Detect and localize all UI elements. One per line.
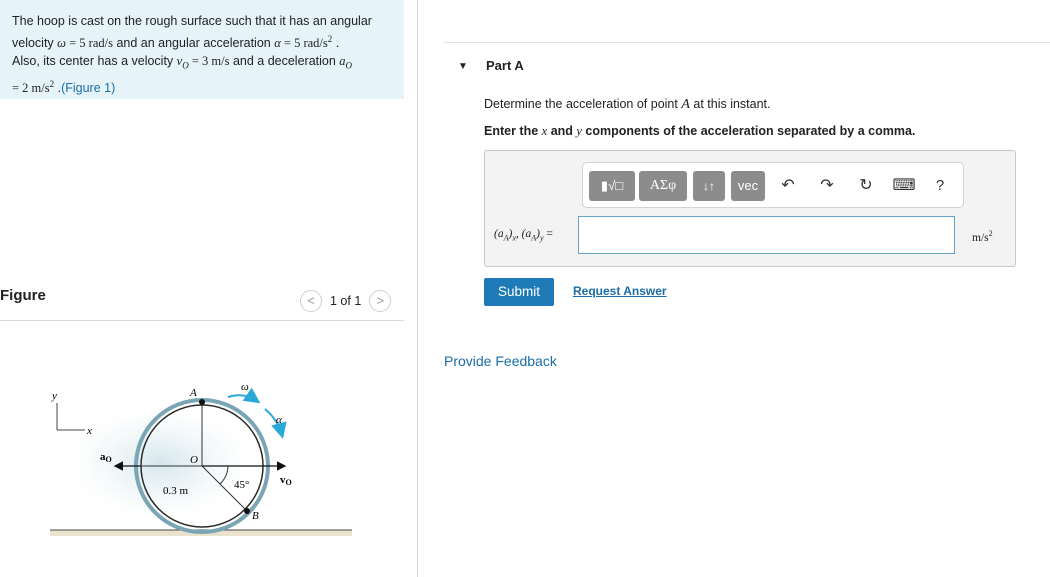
answer-input[interactable] xyxy=(578,216,955,254)
alpha-value: = 5 rad/s xyxy=(280,36,328,51)
text: Determine the acceleration of point xyxy=(484,97,682,111)
point-A xyxy=(199,399,205,405)
label-vo: vO xyxy=(280,474,292,487)
undo-icon[interactable]: ↶ xyxy=(776,175,800,197)
motion-halo xyxy=(70,408,250,518)
help-icon[interactable]: ? xyxy=(928,175,952,197)
prev-figure-button[interactable]: < xyxy=(300,290,322,312)
label-angle: 45° xyxy=(234,479,249,491)
figure-pager: < 1 of 1 > xyxy=(300,290,392,312)
text: . xyxy=(332,36,340,51)
left-panel: The hoop is cast on the rough surface su… xyxy=(0,0,418,577)
omega-value: = 5 rad/s xyxy=(65,36,113,51)
math-toolbar: ▮√□ ΑΣφ ↓↑ vec ↶ ↷ ↻ ⌨ ? xyxy=(582,162,964,208)
next-figure-button[interactable]: > xyxy=(369,290,392,312)
y-axis-label: y xyxy=(51,390,57,402)
problem-line-4: = 2 m/s2 .(Figure 1) xyxy=(12,75,392,97)
collapse-caret-icon[interactable]: ▼ xyxy=(458,61,468,72)
keyboard-icon[interactable]: ⌨ xyxy=(892,175,916,197)
problem-line-2: velocity ω = 5 rad/s and an angular acce… xyxy=(12,30,392,52)
text: m/s xyxy=(972,231,989,244)
part-a-title[interactable]: Part A xyxy=(486,58,524,73)
text: , (a xyxy=(515,228,532,240)
submit-button[interactable]: Submit xyxy=(484,278,554,306)
text: = xyxy=(543,228,553,240)
point-B xyxy=(244,508,250,514)
unit-label: m/s2 xyxy=(972,229,993,244)
request-answer-link[interactable]: Request Answer xyxy=(573,284,667,298)
vector-button[interactable]: vec xyxy=(731,171,765,201)
problem-line-3: Also, its center has a velocity vO = 3 m… xyxy=(12,52,392,75)
ao-value: = 2 m/s xyxy=(12,80,50,95)
text: components of the acceleration separated… xyxy=(581,124,916,138)
arrows-button[interactable]: ↓↑ xyxy=(693,171,725,201)
greek-symbols-button[interactable]: ΑΣφ xyxy=(639,171,687,201)
figure-page-indicator: 1 of 1 xyxy=(330,294,362,308)
provide-feedback-link[interactable]: Provide Feedback xyxy=(444,353,557,369)
problem-line-1: The hoop is cast on the rough surface su… xyxy=(12,14,372,28)
reset-icon[interactable]: ↻ xyxy=(854,175,878,197)
text: and an angular acceleration xyxy=(112,36,275,51)
point-symbol: A xyxy=(681,97,690,112)
label-A: A xyxy=(189,387,197,399)
label-omega: ω xyxy=(241,381,249,393)
text: and a deceleration xyxy=(229,54,340,69)
label-alpha: α xyxy=(276,414,282,426)
hoop-figure: y x A O B 45° 0.3 m aO vO ω α xyxy=(50,381,352,536)
text: velocity xyxy=(12,36,58,51)
omega-arrow xyxy=(227,387,261,404)
redo-icon[interactable]: ↷ xyxy=(815,175,839,197)
omega-symbol: ω xyxy=(57,36,66,51)
text: at this instant. xyxy=(689,97,771,111)
problem-statement: The hoop is cast on the rough surface su… xyxy=(0,0,404,99)
answer-label: (aA)x, (aA)y = xyxy=(494,228,553,242)
label-radius: 0.3 m xyxy=(163,485,189,497)
divider xyxy=(0,320,404,321)
text: and xyxy=(547,124,577,138)
vo-value: = 3 m/s xyxy=(188,54,230,69)
question-text: Determine the acceleration of point A at… xyxy=(484,97,771,113)
figure-title: Figure xyxy=(0,287,46,304)
subscript: O xyxy=(345,60,353,71)
text: Also, its center has a velocity xyxy=(12,54,177,69)
x-axis-label: x xyxy=(86,425,92,437)
label-O: O xyxy=(190,454,198,466)
part-a-header[interactable] xyxy=(444,42,1050,90)
figure-link[interactable]: (Figure 1) xyxy=(61,81,115,95)
templates-button[interactable]: ▮√□ xyxy=(589,171,635,201)
instruction-text: Enter the x and y components of the acce… xyxy=(484,124,915,139)
exponent: 2 xyxy=(988,229,993,238)
text: Enter the xyxy=(484,124,542,138)
label-B: B xyxy=(252,510,259,522)
text: (a xyxy=(494,228,504,240)
